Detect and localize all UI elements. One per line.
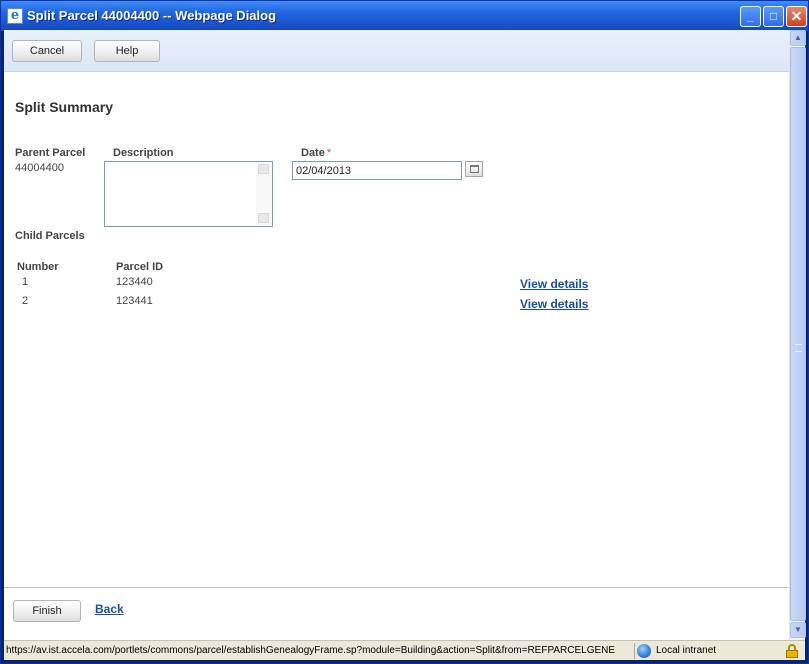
date-label-text: Date: [301, 147, 325, 159]
status-bar: https://av.ist.accela.com/portlets/commo…: [4, 640, 805, 660]
toolbar: Cancel Help: [4, 30, 789, 72]
view-details-link[interactable]: View details: [520, 277, 588, 291]
globe-icon: [637, 644, 651, 658]
status-separator: [634, 643, 635, 659]
page-title: Split Summary: [15, 99, 114, 115]
parent-parcel-label: Parent Parcel: [15, 147, 86, 159]
lock-icon: [786, 644, 798, 658]
status-url: https://av.ist.accela.com/portlets/commo…: [6, 645, 616, 656]
maximize-button[interactable]: □: [763, 6, 784, 27]
row-number: 2: [22, 295, 29, 307]
vertical-scrollbar[interactable]: ▲ ▼: [789, 30, 806, 640]
row-parcel-id: 123441: [116, 295, 153, 307]
minimize-button[interactable]: _: [740, 6, 761, 27]
dialog-content: Cancel Help Split Summary Parent Parcel …: [4, 30, 806, 640]
ie-page-icon: e: [7, 8, 23, 24]
grip-icon: [795, 344, 802, 352]
required-marker: *: [326, 147, 332, 159]
window-title: Split Parcel 44004400 -- Webpage Dialog: [27, 8, 277, 23]
title-bar[interactable]: e Split Parcel 44004400 -- Webpage Dialo…: [1, 1, 808, 31]
scroll-up-button[interactable]: ▲: [790, 30, 806, 46]
row-parcel-id: 123440: [116, 276, 153, 288]
close-button[interactable]: ✕: [786, 6, 807, 27]
scroll-down-button[interactable]: ▼: [790, 622, 806, 638]
cancel-button[interactable]: Cancel: [12, 40, 82, 62]
lock-body: [786, 650, 798, 658]
back-link[interactable]: Back: [95, 602, 124, 616]
child-parcels-label: Child Parcels: [15, 230, 85, 242]
parent-parcel-value: 44004400: [15, 162, 64, 174]
scrollbar-thumb[interactable]: [790, 47, 806, 621]
description-scrollbar[interactable]: [256, 162, 272, 226]
description-textarea[interactable]: [104, 161, 273, 227]
date-label: Date *: [301, 147, 331, 159]
view-details-link[interactable]: View details: [520, 297, 588, 311]
date-input[interactable]: [292, 161, 462, 180]
row-number: 1: [22, 276, 29, 288]
finish-button[interactable]: Finish: [13, 600, 81, 622]
description-label: Description: [113, 147, 174, 159]
help-button[interactable]: Help: [94, 40, 160, 62]
calendar-button[interactable]: [465, 161, 483, 177]
calendar-icon: [470, 165, 479, 173]
security-zone: Local intranet: [656, 645, 717, 656]
column-header-parcel-id: Parcel ID: [116, 261, 164, 273]
scroll-up-icon[interactable]: [258, 164, 269, 174]
scroll-down-icon[interactable]: [258, 213, 269, 223]
column-header-number: Number: [17, 261, 59, 273]
footer-divider: [4, 587, 789, 588]
